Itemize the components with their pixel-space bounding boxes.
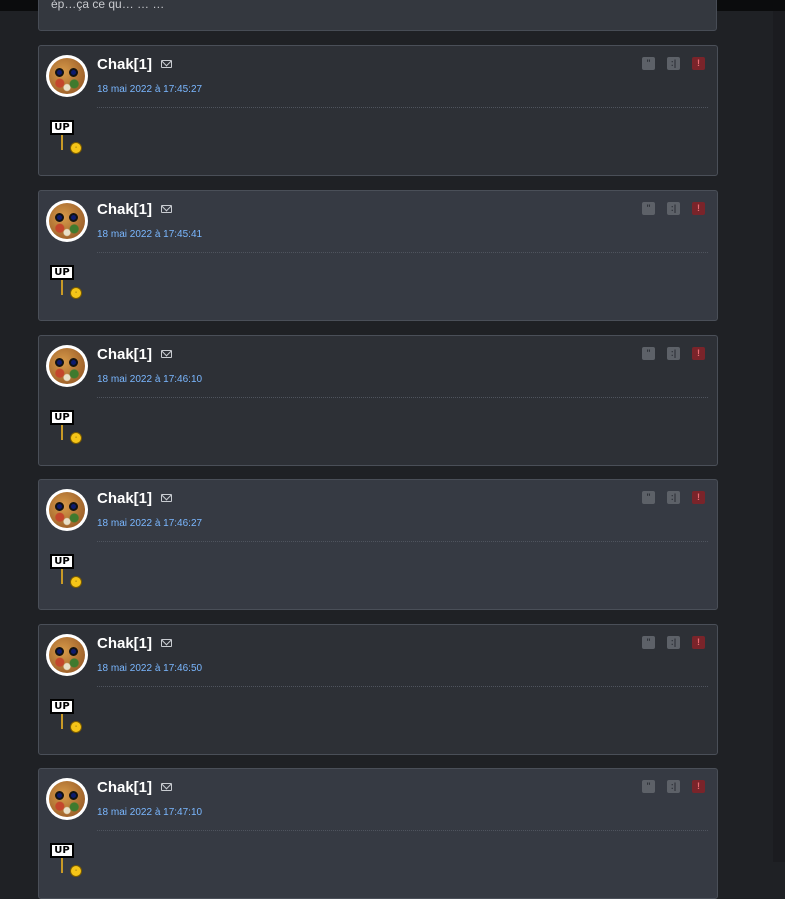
private-message-icon[interactable]: :| [667, 57, 680, 70]
avatar[interactable] [46, 345, 88, 387]
forum-post: Chak[1] 18 mai 2022 à 17:45:27 " :| ! UP… [38, 45, 718, 176]
smiley-icon: · [70, 576, 82, 588]
post-timestamp[interactable]: 18 mai 2022 à 17:46:50 [97, 663, 202, 674]
username-link[interactable]: Chak[1] [97, 490, 152, 507]
post-timestamp[interactable]: 18 mai 2022 à 17:47:10 [97, 807, 202, 818]
post-timestamp[interactable]: 18 mai 2022 à 17:45:41 [97, 229, 202, 240]
up-sign: UP [50, 554, 74, 569]
username-link[interactable]: Chak[1] [97, 201, 152, 218]
page-gutter [773, 11, 785, 862]
alert-icon[interactable]: ! [692, 347, 705, 360]
up-sticker: UP · [50, 699, 86, 735]
mail-icon[interactable] [161, 60, 172, 68]
post-timestamp[interactable]: 18 mai 2022 à 17:46:10 [97, 374, 202, 385]
username-link[interactable]: Chak[1] [97, 779, 152, 796]
avatar[interactable] [46, 489, 88, 531]
private-message-icon[interactable]: :| [667, 780, 680, 793]
up-sign: UP [50, 120, 74, 135]
up-sign: UP [50, 265, 74, 280]
avatar[interactable] [46, 778, 88, 820]
alert-icon[interactable]: ! [692, 202, 705, 215]
username-link[interactable]: Chak[1] [97, 635, 152, 652]
up-sticker: UP · [50, 843, 86, 879]
post-divider [97, 397, 708, 398]
private-message-icon[interactable]: :| [667, 636, 680, 649]
private-message-icon[interactable]: :| [667, 491, 680, 504]
mail-icon[interactable] [161, 783, 172, 791]
forum-post: Chak[1] 18 mai 2022 à 17:46:50 " :| ! UP… [38, 624, 718, 755]
up-sticker: UP · [50, 120, 86, 156]
post-timestamp[interactable]: 18 mai 2022 à 17:45:27 [97, 84, 202, 95]
forum-post: Chak[1] 18 mai 2022 à 17:46:27 " :| ! UP… [38, 479, 718, 610]
alert-icon[interactable]: ! [692, 491, 705, 504]
up-sign: UP [50, 410, 74, 425]
up-sign: UP [50, 699, 74, 714]
alert-icon[interactable]: ! [692, 636, 705, 649]
private-message-icon[interactable]: :| [667, 202, 680, 215]
post-divider [97, 541, 708, 542]
mail-icon[interactable] [161, 494, 172, 502]
quote-icon[interactable]: " [642, 636, 655, 649]
up-sticker: UP · [50, 410, 86, 446]
up-sticker: UP · [50, 554, 86, 590]
username-link[interactable]: Chak[1] [97, 346, 152, 363]
smiley-icon: · [70, 287, 82, 299]
post-divider [97, 686, 708, 687]
username-link[interactable]: Chak[1] [97, 56, 152, 73]
mail-icon[interactable] [161, 350, 172, 358]
up-sign: UP [50, 843, 74, 858]
forum-post: Chak[1] 18 mai 2022 à 17:47:10 " :| ! UP… [38, 768, 718, 899]
up-sticker: UP · [50, 265, 86, 301]
alert-icon[interactable]: ! [692, 780, 705, 793]
alert-icon[interactable]: ! [692, 57, 705, 70]
post-timestamp[interactable]: 18 mai 2022 à 17:46:27 [97, 518, 202, 529]
forum-post: Chak[1] 18 mai 2022 à 17:46:10 " :| ! UP… [38, 335, 718, 466]
post-divider [97, 252, 708, 253]
avatar[interactable] [46, 55, 88, 97]
mail-icon[interactable] [161, 639, 172, 647]
post-divider [97, 830, 708, 831]
quote-icon[interactable]: " [642, 347, 655, 360]
smiley-icon: · [70, 721, 82, 733]
post-divider [97, 107, 708, 108]
quote-icon[interactable]: " [642, 57, 655, 70]
smiley-icon: · [70, 865, 82, 877]
private-message-icon[interactable]: :| [667, 347, 680, 360]
smiley-icon: · [70, 142, 82, 154]
previous-post-fragment: ép…ça ce qu… … … [38, 0, 717, 31]
mail-icon[interactable] [161, 205, 172, 213]
forum-post: Chak[1] 18 mai 2022 à 17:45:41 " :| ! UP… [38, 190, 718, 321]
avatar[interactable] [46, 634, 88, 676]
smiley-icon: · [70, 432, 82, 444]
quote-icon[interactable]: " [642, 202, 655, 215]
avatar[interactable] [46, 200, 88, 242]
previous-post-text: ép…ça ce qu… … … [51, 0, 165, 11]
quote-icon[interactable]: " [642, 780, 655, 793]
quote-icon[interactable]: " [642, 491, 655, 504]
